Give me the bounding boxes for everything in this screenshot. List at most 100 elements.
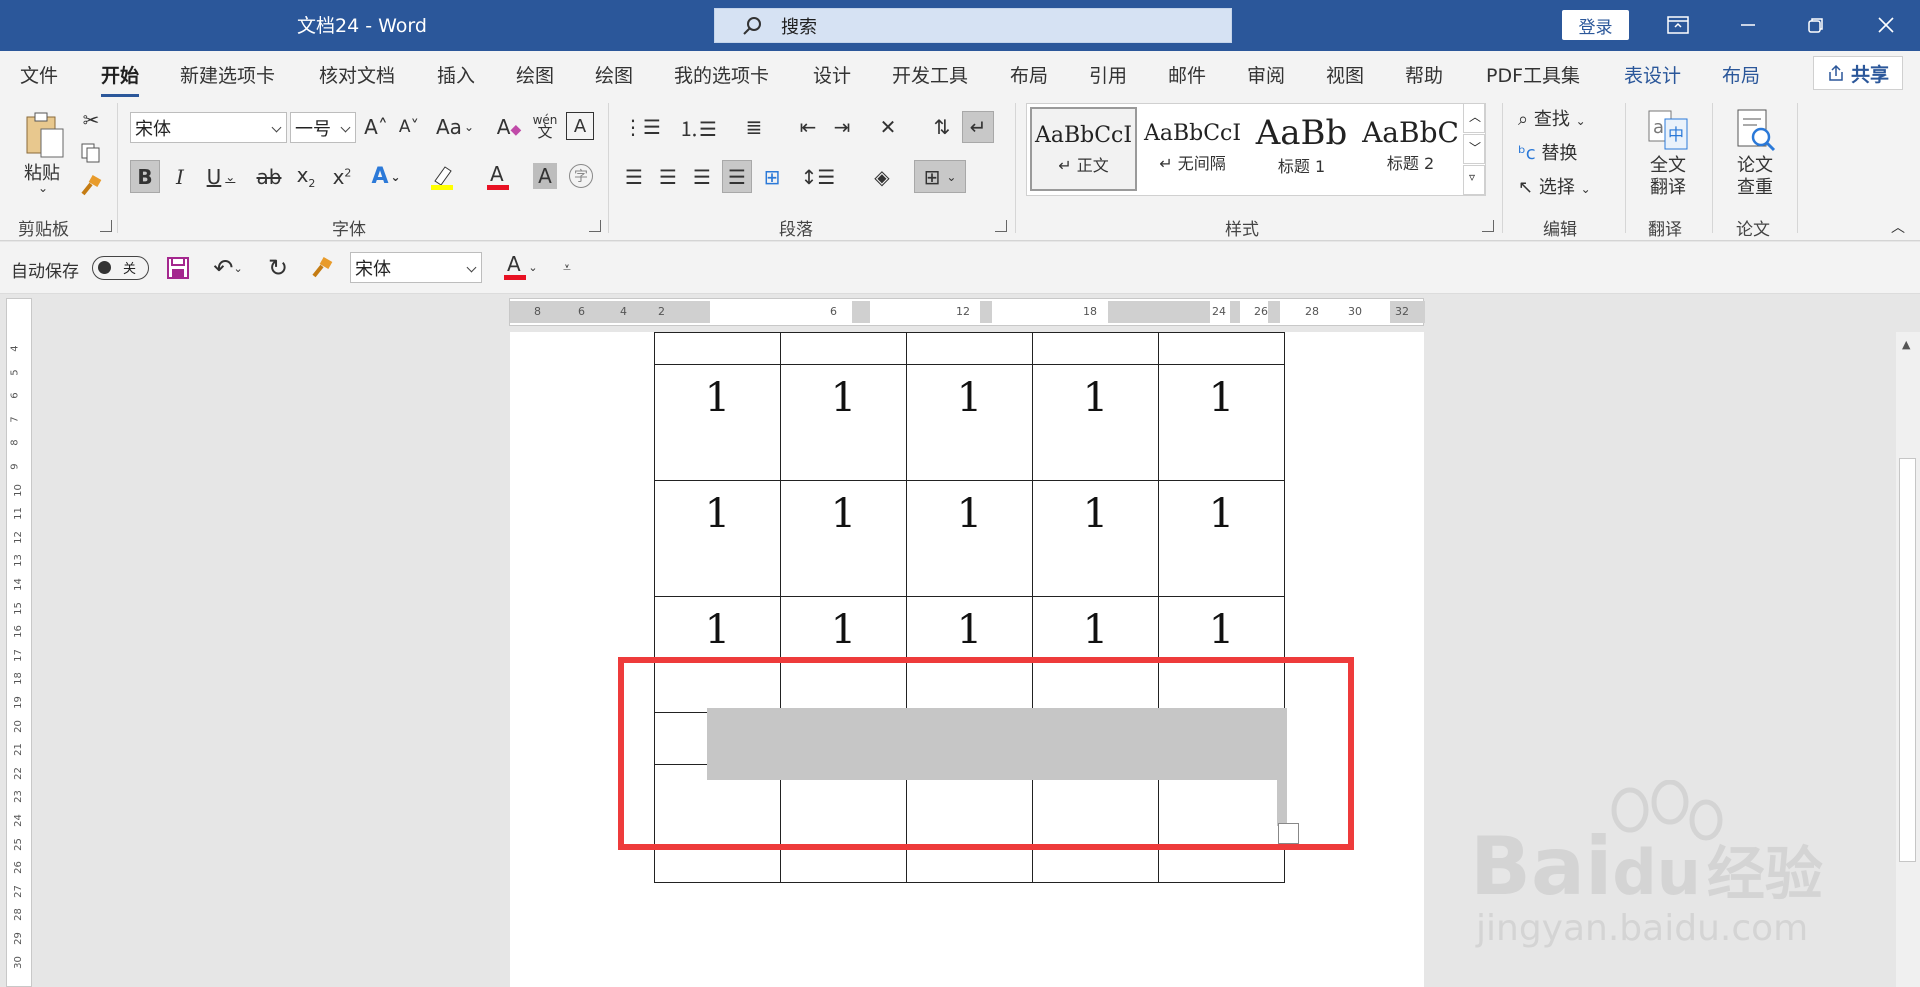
strikethrough-button[interactable]: ab (254, 160, 284, 193)
text-effects-button[interactable]: A ⌄ (366, 160, 406, 193)
style-heading-2[interactable]: AaBbC 标题 2 (1357, 107, 1464, 191)
autosave-toggle[interactable]: 关 (92, 256, 149, 280)
tab-table-design[interactable]: 表设计 (1624, 61, 1681, 88)
multilevel-list-button[interactable]: ≣ (732, 112, 776, 142)
text-highlight-button[interactable] (420, 160, 464, 193)
character-shading-button[interactable]: A (533, 163, 557, 189)
redo-button[interactable]: ↻ (262, 254, 294, 282)
align-left-button[interactable]: ☰ (620, 160, 648, 193)
cut-button[interactable]: ✂ (78, 107, 104, 133)
undo-button[interactable]: ↶ ⌄ (206, 254, 250, 282)
show-formatting-marks-button[interactable]: ↵ (962, 111, 994, 143)
qat-font-color-button[interactable]: A ⌄ (496, 252, 544, 282)
table-cell[interactable]: 1 (780, 480, 907, 597)
horizontal-ruler[interactable]: 8 6 4 2 6 12 18 24 26 28 30 32 (509, 298, 1425, 326)
align-right-button[interactable]: ☰ (688, 160, 716, 193)
styles-scroll-up-button[interactable]: ︿ (1463, 103, 1485, 133)
subscript-button[interactable]: x2 (292, 160, 320, 193)
clipboard-dialog-launcher[interactable] (100, 220, 112, 232)
paragraph-dialog-launcher[interactable] (995, 220, 1007, 232)
share-button[interactable]: 共享 (1813, 56, 1903, 90)
numbering-button[interactable]: ⒈☰ (676, 112, 720, 142)
styles-dialog-launcher[interactable] (1482, 220, 1494, 232)
login-button[interactable]: 登录 (1562, 10, 1629, 40)
tab-new-tab[interactable]: 新建选项卡 (180, 61, 275, 88)
increase-indent-button[interactable]: ⇥ (828, 112, 856, 142)
copy-button[interactable] (78, 140, 104, 166)
chinese-layout-button[interactable]: ✕ (866, 112, 910, 142)
tab-check-document[interactable]: 核对文档 (319, 61, 395, 88)
styles-scroll-down-button[interactable]: ﹀ (1463, 134, 1485, 164)
grow-font-button[interactable]: A˄ (362, 112, 390, 142)
minimize-button[interactable] (1728, 8, 1768, 42)
line-spacing-button[interactable]: ↕☰ (796, 160, 840, 193)
table-cell[interactable] (1032, 332, 1159, 365)
restore-button[interactable] (1796, 8, 1836, 42)
table-cell[interactable]: 1 (1158, 480, 1285, 597)
tab-file[interactable]: 文件 (20, 61, 58, 88)
tab-developer[interactable]: 开发工具 (892, 61, 968, 88)
tab-home[interactable]: 开始 (101, 61, 140, 97)
table-cell[interactable]: 1 (906, 364, 1033, 481)
styles-more-button[interactable]: ▿ (1463, 165, 1485, 195)
style-heading-1[interactable]: AaBb 标题 1 (1248, 107, 1355, 191)
style-no-spacing[interactable]: AaBbCcI ↵ 无间隔 (1139, 107, 1246, 191)
clear-formatting-button[interactable]: A◆ (494, 112, 524, 142)
save-button[interactable] (164, 254, 192, 282)
font-color-button[interactable]: A (476, 160, 520, 193)
table-cell[interactable]: 1 (1032, 364, 1159, 481)
collapse-ribbon-button[interactable]: ︿ (1891, 217, 1905, 237)
justify-button[interactable]: ☰ (722, 160, 752, 193)
table-cell[interactable] (906, 332, 1033, 365)
tab-review[interactable]: 审阅 (1247, 61, 1285, 88)
character-border-button[interactable]: A (566, 112, 594, 140)
search-input[interactable]: 搜索 (714, 8, 1232, 43)
underline-button[interactable]: U ⌄ (201, 160, 241, 193)
enclose-characters-button[interactable]: 字 (566, 161, 596, 191)
tab-draw-2[interactable]: 绘图 (595, 61, 633, 88)
table-cell[interactable]: 1 (780, 364, 907, 481)
table-cell[interactable] (654, 332, 781, 365)
replace-button[interactable]: ᵇc 替换 (1518, 139, 1577, 165)
scroll-up-arrow[interactable]: ▲ (1902, 338, 1910, 351)
table-cell[interactable]: 1 (906, 480, 1033, 597)
font-size-combo[interactable]: 一号 (290, 112, 356, 143)
paste-button[interactable] (20, 105, 70, 165)
table-cell[interactable] (1158, 332, 1285, 365)
tab-insert[interactable]: 插入 (437, 61, 475, 88)
bold-button[interactable]: B (130, 160, 160, 193)
shrink-font-button[interactable]: A˅ (395, 112, 423, 142)
change-case-button[interactable]: Aa ⌄ (432, 112, 478, 142)
format-painter-button[interactable] (78, 173, 104, 199)
tab-table-layout[interactable]: 布局 (1722, 61, 1760, 88)
tab-draw-1[interactable]: 绘图 (516, 61, 554, 88)
superscript-button[interactable]: x2 (328, 160, 356, 193)
customize-qat-button[interactable]: ⩡ (556, 254, 578, 282)
align-center-button[interactable]: ☰ (654, 160, 682, 193)
tab-design[interactable]: 设计 (813, 61, 851, 88)
bullets-button[interactable]: ⋮☰ (620, 112, 664, 142)
tab-pdf-tools[interactable]: PDF工具集 (1486, 61, 1580, 88)
italic-button[interactable]: I (167, 160, 193, 193)
distributed-button[interactable]: ⊞ (758, 160, 786, 193)
decrease-indent-button[interactable]: ⇤ (794, 112, 822, 142)
sort-button[interactable]: ⇅ (928, 112, 956, 142)
table-cell[interactable]: 1 (1158, 364, 1285, 481)
qat-format-painter-button[interactable] (306, 254, 338, 282)
qat-font-combo[interactable]: 宋体 (350, 252, 482, 283)
tab-mailings[interactable]: 邮件 (1168, 61, 1206, 88)
table-row[interactable]: 11111 (654, 364, 1285, 481)
vertical-ruler[interactable]: 4 5 6 7 8 9 10 11 12 13 14 15 16 17 18 19 20 21 22 23 24 25 26… (6, 298, 32, 987)
table-cell[interactable]: 1 (1032, 480, 1159, 597)
paper-check-button[interactable] (1733, 105, 1779, 155)
font-name-combo[interactable]: 宋体 (130, 112, 287, 143)
table-row[interactable] (654, 332, 1285, 365)
shading-button[interactable]: ◈ (860, 160, 904, 193)
ribbon-display-options-button[interactable] (1658, 8, 1698, 42)
table-cell[interactable]: 1 (654, 364, 781, 481)
full-text-translate-button[interactable]: a中 (1645, 105, 1691, 155)
tab-references[interactable]: 引用 (1089, 61, 1127, 88)
phonetic-guide-button[interactable]: wén 文 (530, 109, 560, 143)
table-row[interactable]: 11111 (654, 480, 1285, 597)
close-button[interactable] (1866, 8, 1906, 42)
